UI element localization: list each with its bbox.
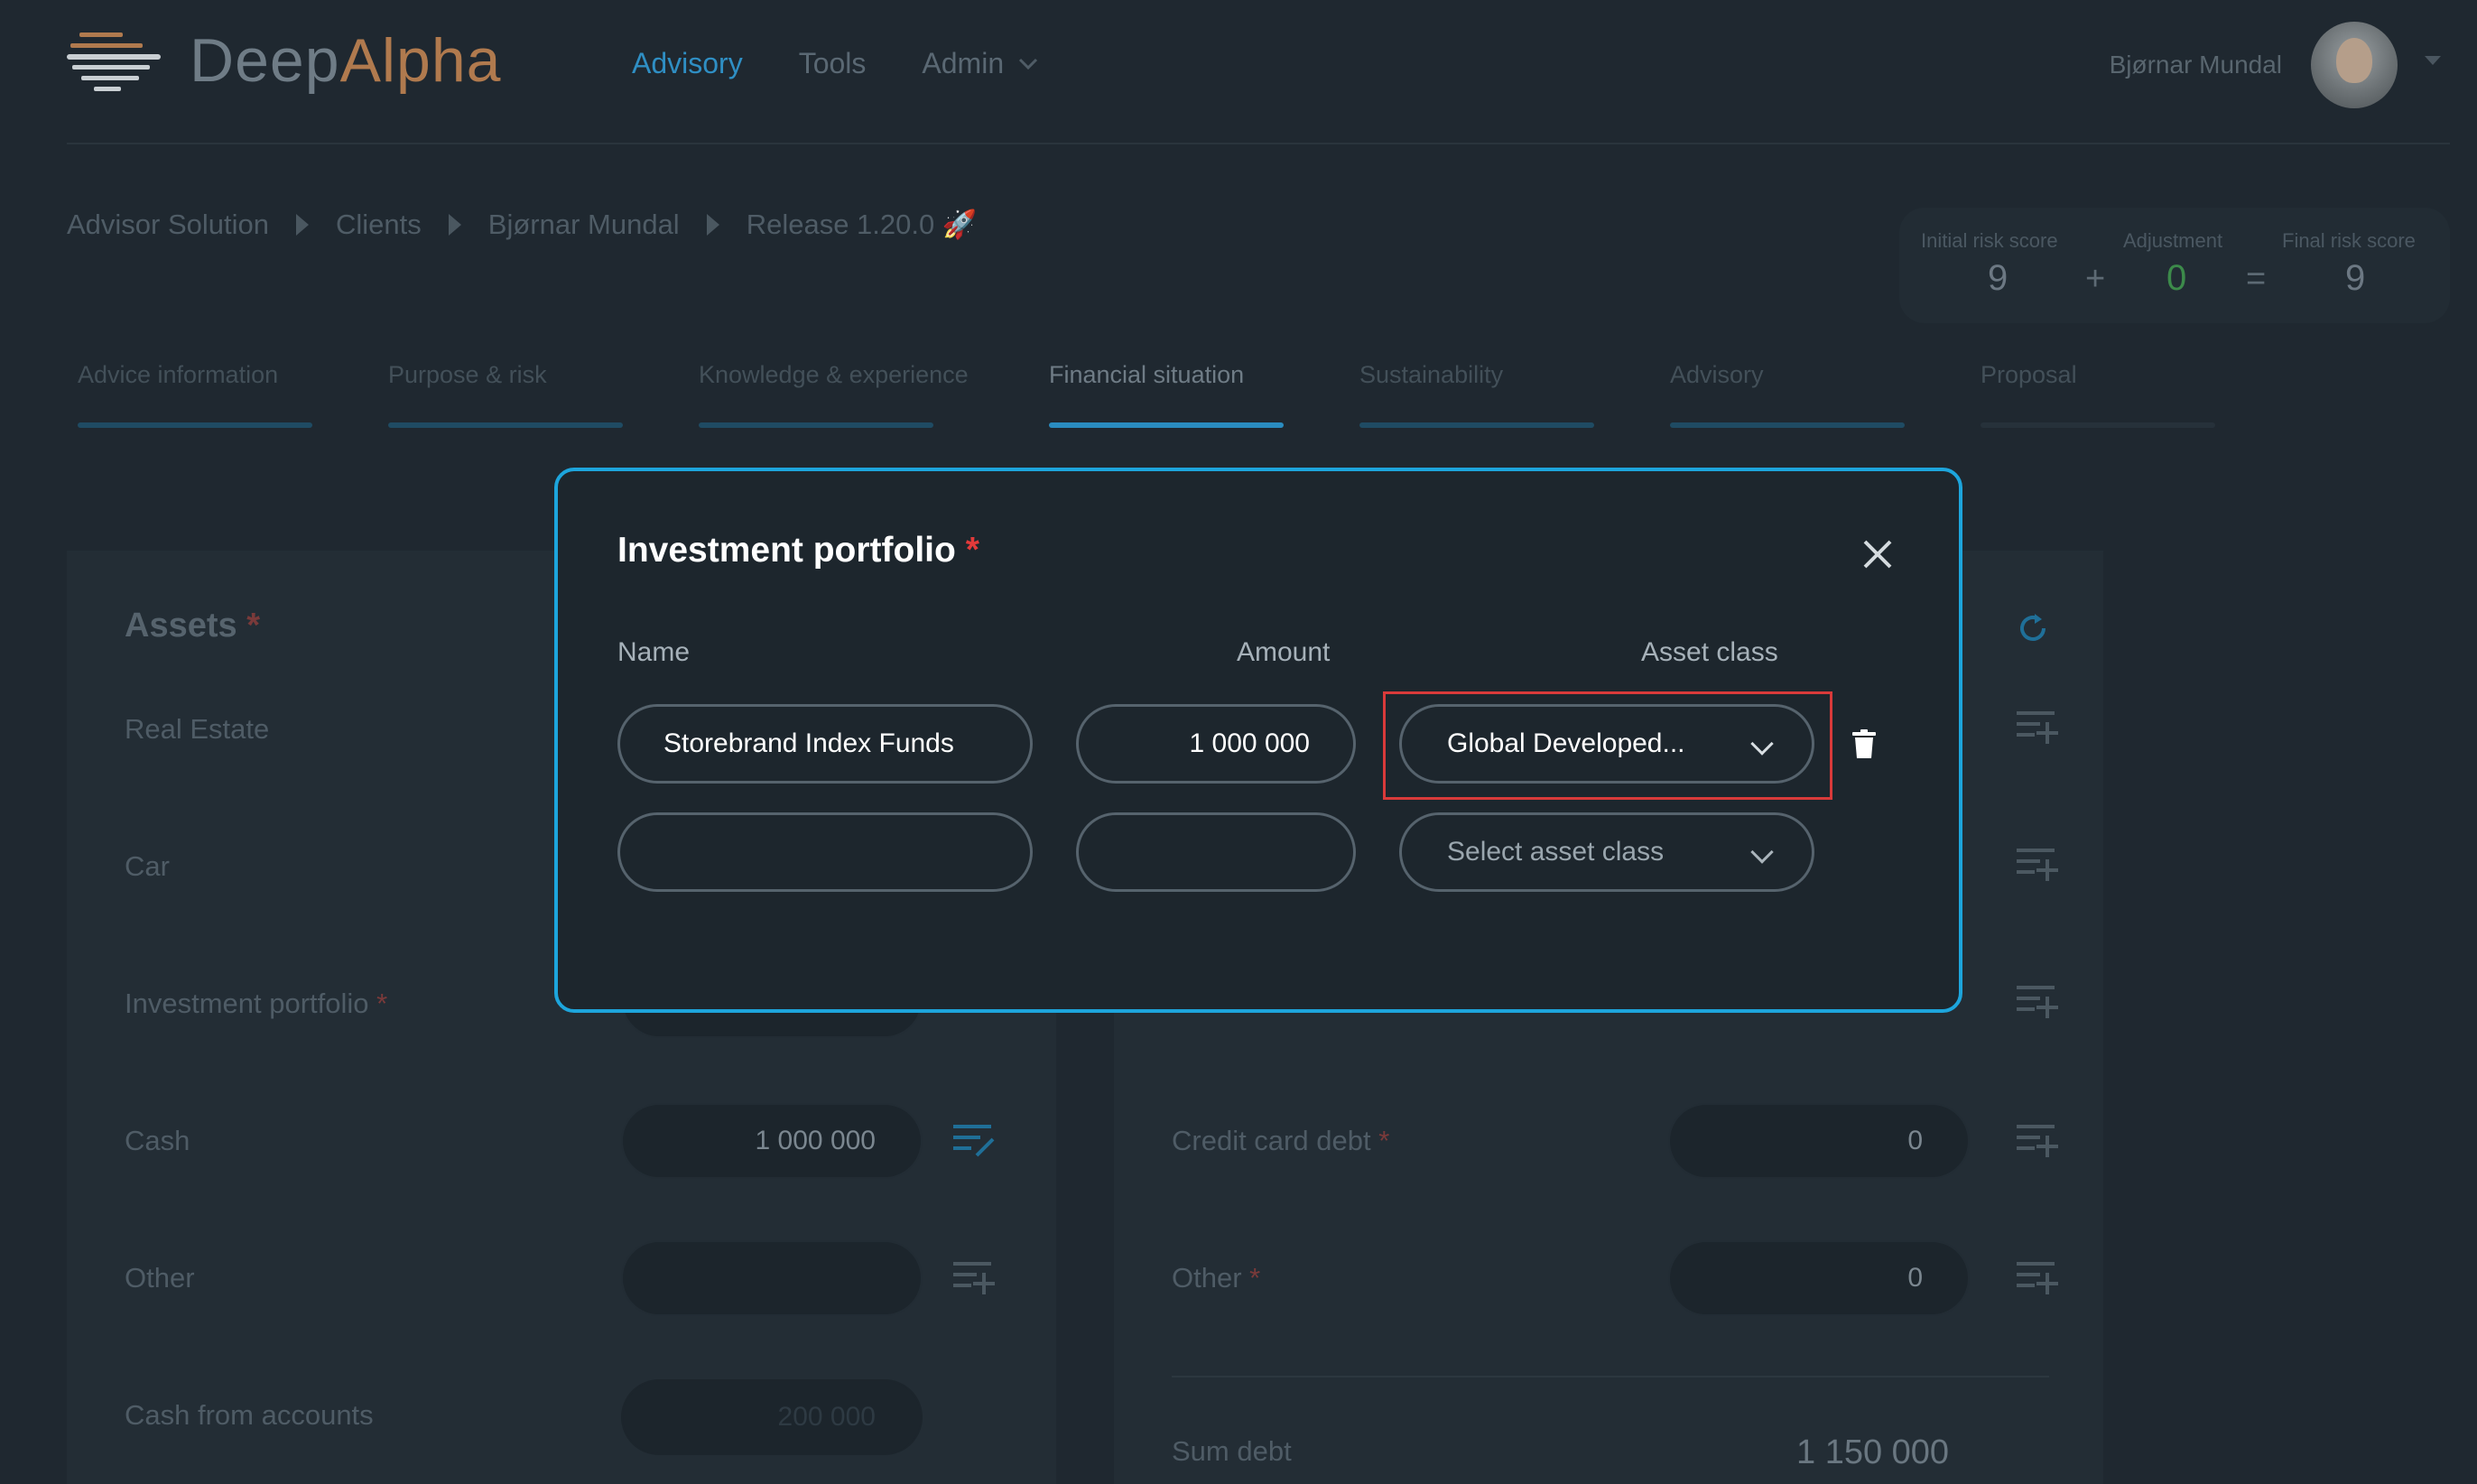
avatar-face — [2336, 38, 2372, 83]
nav-admin[interactable]: Admin — [922, 47, 1038, 80]
breadcrumb-arrow-icon — [296, 213, 310, 236]
credit-card-debt-label-text: Credit card debt — [1172, 1125, 1371, 1156]
asset-class-highlight — [1383, 691, 1832, 800]
modal-title-text: Investment portfolio — [617, 531, 956, 570]
column-header-amount: Amount — [1237, 637, 1331, 667]
header-divider — [67, 143, 2450, 144]
tab-advice-information[interactable]: Advice information — [78, 361, 278, 389]
tab-advisory[interactable]: Advisory — [1670, 361, 1764, 389]
tab-financial-situation[interactable]: Financial situation — [1049, 361, 1244, 389]
required-mark: * — [246, 607, 260, 645]
required-mark: * — [376, 988, 388, 1019]
equals-sign: = — [2246, 260, 2267, 298]
nav-tools[interactable]: Tools — [799, 47, 867, 80]
app-header: DeepAlpha Advisory Tools Admin Bjørnar M… — [0, 0, 2477, 144]
initial-risk-label: Initial risk score — [1921, 229, 2058, 252]
column-header-name: Name — [617, 637, 691, 667]
tab-purpose-risk[interactable]: Purpose & risk — [388, 361, 547, 389]
cash-field[interactable]: 1 000 000 — [621, 1103, 923, 1179]
assets-title: Assets * — [125, 607, 260, 645]
sum-debt-value: 1 150 000 — [1796, 1433, 1950, 1471]
row-label-other-debt: Other * — [1172, 1262, 1260, 1294]
new-portfolio-amount-input[interactable] — [1076, 812, 1356, 892]
new-portfolio-name-input[interactable] — [617, 812, 1033, 892]
breadcrumb: Advisor Solution Clients Bjørnar Mundal … — [67, 208, 977, 241]
trash-icon[interactable] — [1852, 729, 1876, 758]
tab-knowledge-experience[interactable]: Knowledge & experience — [699, 361, 969, 389]
tab-progress-bar — [1981, 422, 2215, 428]
other-asset-field[interactable] — [621, 1240, 923, 1316]
investment-portfolio-modal: Investment portfolio * Name Amount Asset… — [554, 468, 1962, 1013]
credit-card-debt-field[interactable]: 0 — [1668, 1103, 1970, 1179]
initial-risk-value: 9 — [1988, 258, 2009, 298]
logo-text-deep: Deep — [190, 26, 340, 95]
row-label-investment-portfolio: Investment portfolio * — [125, 988, 387, 1020]
list-add-icon[interactable] — [2017, 710, 2058, 746]
modal-title: Investment portfolio * — [617, 531, 979, 570]
row-label-other: Other — [125, 1262, 195, 1294]
other-debt-label-text: Other — [1172, 1262, 1242, 1294]
main-nav: Advisory Tools Admin — [632, 47, 1038, 80]
sum-debt-label: Sum debt — [1172, 1435, 1292, 1467]
other-debt-field[interactable]: 0 — [1668, 1240, 1970, 1316]
tab-progress-bar — [1359, 422, 1594, 428]
sum-divider — [1172, 1376, 2049, 1377]
list-add-icon[interactable] — [2017, 1260, 2058, 1296]
nav-advisory[interactable]: Advisory — [632, 47, 743, 80]
list-add-icon[interactable] — [2017, 1123, 2058, 1159]
user-name[interactable]: Bjørnar Mundal — [2110, 51, 2282, 79]
tab-progress-bar — [78, 422, 312, 428]
nav-admin-label: Admin — [922, 47, 1005, 79]
tab-proposal[interactable]: Proposal — [1981, 361, 2077, 389]
assets-title-text: Assets — [125, 607, 237, 645]
breadcrumb-release: Release 1.20.0 🚀 — [746, 209, 978, 240]
adjustment-label: Adjustment — [2123, 229, 2223, 252]
final-risk-label: Final risk score — [2282, 229, 2416, 252]
logo-text-alpha: Alpha — [339, 26, 502, 95]
plus-sign: + — [2085, 260, 2106, 298]
cash-from-accounts-field: 200 000 — [621, 1379, 923, 1455]
breadcrumb-clients[interactable]: Clients — [336, 209, 422, 241]
breadcrumb-arrow-icon — [448, 213, 461, 236]
row-label-credit-card-debt: Credit card debt * — [1172, 1125, 1389, 1157]
final-risk-value: 9 — [2345, 258, 2366, 298]
breadcrumb-advisor-solution[interactable]: Advisor Solution — [67, 209, 269, 241]
logo-wordmark[interactable]: DeepAlpha — [190, 25, 501, 96]
chevron-down-icon — [1019, 58, 1038, 70]
logo-icon[interactable] — [67, 32, 161, 96]
breadcrumb-arrow-icon — [706, 213, 719, 236]
investment-portfolio-label-text: Investment portfolio — [125, 988, 369, 1019]
tab-progress-bar-active — [1049, 422, 1284, 428]
row-label-real-estate: Real Estate — [125, 713, 270, 745]
breadcrumb-client-name[interactable]: Bjørnar Mundal — [488, 209, 680, 241]
adjustment-value: 0 — [2166, 258, 2187, 298]
row-label-car: Car — [125, 850, 170, 882]
list-edit-icon[interactable] — [953, 1123, 995, 1159]
portfolio-name-input[interactable]: Storebrand Index Funds — [617, 704, 1033, 784]
tab-progress-bar — [1670, 422, 1905, 428]
list-add-icon[interactable] — [2017, 847, 2058, 883]
risk-score-panel: Initial risk score 9 + Adjustment 0 = Fi… — [1899, 208, 2450, 323]
caret-down-icon[interactable] — [2425, 56, 2441, 65]
close-icon[interactable] — [1860, 536, 1896, 572]
tab-sustainability[interactable]: Sustainability — [1359, 361, 1503, 389]
required-mark: * — [1249, 1262, 1261, 1294]
refresh-icon[interactable] — [2017, 612, 2049, 645]
new-asset-class-select[interactable]: Select asset class — [1399, 812, 1814, 892]
asset-class-placeholder: Select asset class — [1447, 837, 1665, 867]
tab-progress-bar — [699, 422, 933, 428]
tab-progress-bar — [388, 422, 623, 428]
required-mark: * — [1378, 1125, 1390, 1156]
list-add-icon[interactable] — [953, 1260, 995, 1296]
avatar[interactable] — [2311, 22, 2398, 108]
column-header-asset-class: Asset class — [1641, 637, 1778, 667]
chevron-down-icon — [1750, 840, 1774, 864]
row-label-cash: Cash — [125, 1125, 190, 1156]
row-label-cash-from-accounts: Cash from accounts — [125, 1399, 374, 1431]
list-add-icon[interactable] — [2017, 984, 2058, 1020]
required-mark: * — [965, 531, 979, 570]
portfolio-amount-input[interactable]: 1 000 000 — [1076, 704, 1356, 784]
